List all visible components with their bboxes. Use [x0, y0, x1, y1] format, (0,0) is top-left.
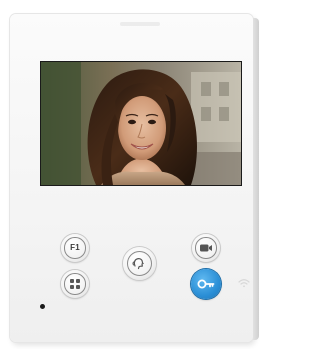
f1-button[interactable]: F1	[61, 234, 89, 262]
video-screen	[40, 61, 242, 186]
visitor-video-image	[41, 62, 241, 185]
wifi-icon	[238, 279, 250, 288]
brand-logo	[120, 22, 160, 26]
status-led	[40, 304, 45, 309]
talk-button[interactable]	[123, 247, 156, 280]
speak-icon	[132, 258, 145, 270]
menu-button[interactable]	[61, 270, 89, 298]
camera-icon	[199, 244, 212, 252]
camera-button[interactable]	[192, 234, 220, 262]
door-open-button[interactable]	[191, 269, 221, 299]
video-intercom-monitor: F1	[10, 14, 259, 342]
key-icon	[197, 279, 215, 289]
f1-label: F1	[70, 243, 80, 253]
grid-four-icon	[69, 278, 80, 289]
